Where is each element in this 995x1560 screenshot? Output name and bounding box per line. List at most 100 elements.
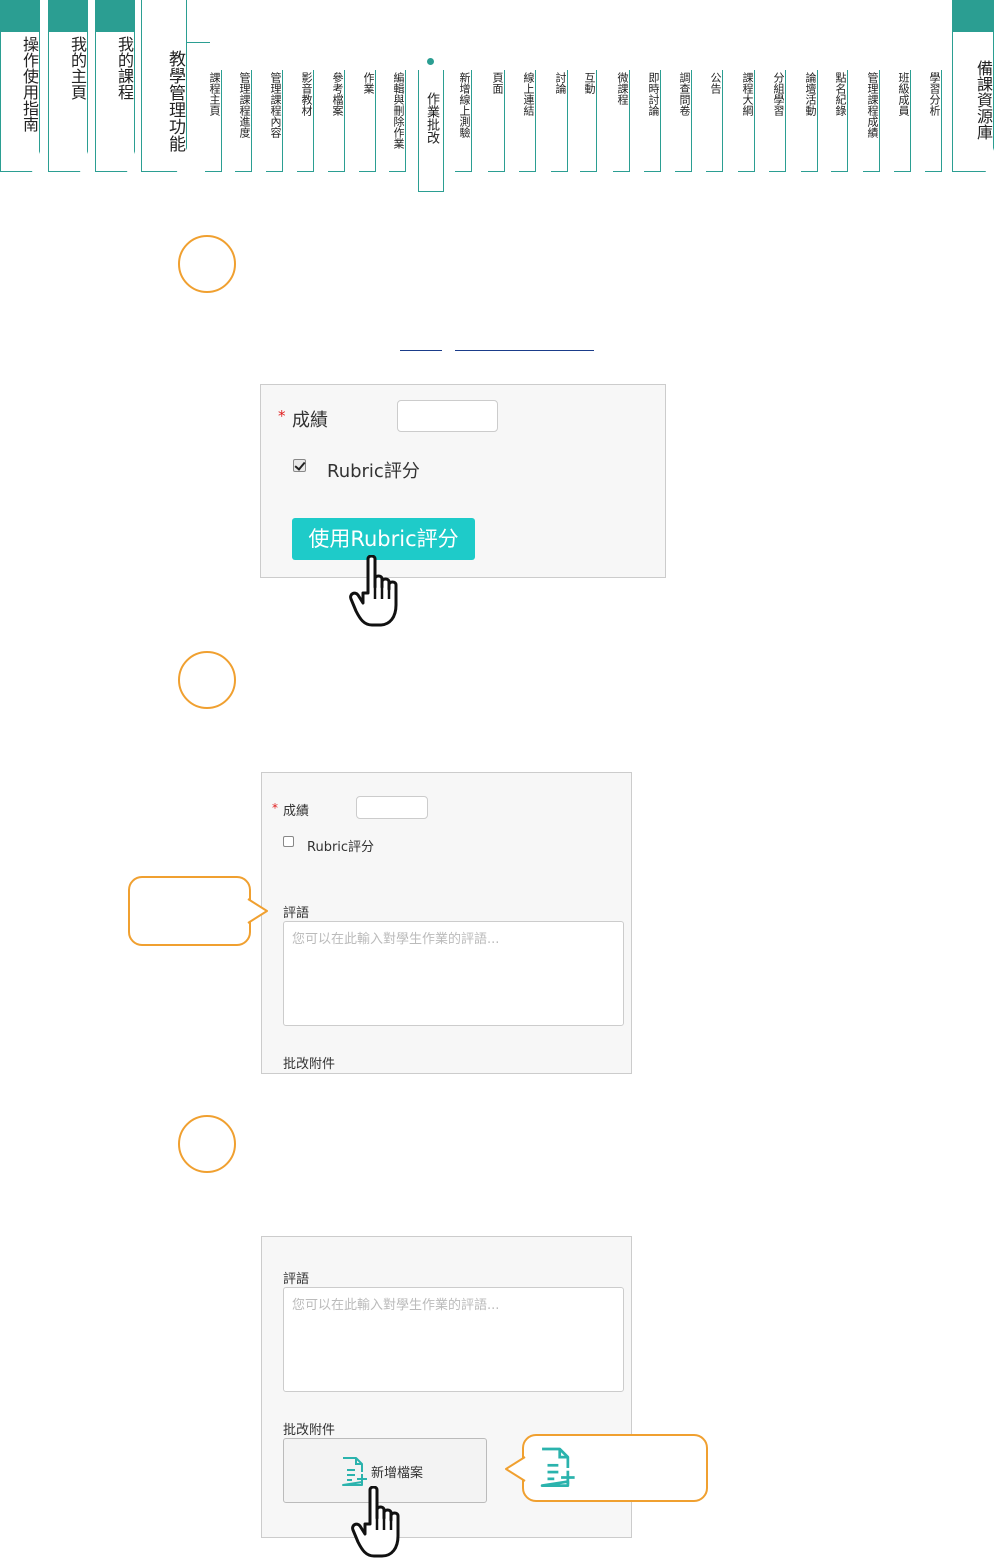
- step-circle-2: [178, 651, 236, 709]
- sub-item-baseline: [488, 171, 505, 172]
- main-tab-my-courses[interactable]: 我的課程: [95, 0, 135, 172]
- sub-item-baseline: [925, 171, 942, 172]
- rubric-checkbox[interactable]: [293, 459, 306, 472]
- sub-nav-item[interactable]: 作業: [357, 72, 379, 94]
- score-label: 成績: [283, 804, 310, 819]
- sub-item-label: 學習分析: [928, 72, 941, 116]
- sub-nav-item[interactable]: 線上連結: [517, 72, 539, 116]
- tab-cap: [0, 0, 40, 32]
- sub-nav-item[interactable]: 課程主頁: [203, 72, 225, 116]
- sub-nav-item[interactable]: 管理課程成績: [861, 72, 883, 138]
- sub-item-label: 管理課程成績: [866, 72, 879, 138]
- sub-nav-item[interactable]: 互動: [578, 72, 600, 94]
- sub-nav-item[interactable]: 即時討論: [642, 72, 664, 116]
- callout-pointer: [247, 898, 268, 924]
- use-rubric-button[interactable]: 使用Rubric評分: [292, 518, 475, 560]
- required-mark: *: [272, 801, 278, 815]
- sub-nav-item[interactable]: 管理課程進度: [233, 72, 255, 138]
- sub-item-label: 新增線上測驗: [458, 72, 471, 138]
- sub-item-label: 即時討論: [647, 72, 660, 116]
- sub-item-label: 調查問卷: [678, 72, 691, 116]
- add-file-icon: [342, 1457, 367, 1486]
- add-file-callout-bubble: [522, 1434, 708, 1502]
- sub-item-baseline: [831, 171, 848, 172]
- sub-nav-item[interactable]: 參考檔案: [326, 72, 348, 116]
- sub-nav-item[interactable]: 論壇活動: [799, 72, 821, 116]
- sub-item-baseline: [644, 171, 661, 172]
- sub-item-label: 作業: [362, 72, 375, 94]
- score-label: 成績: [292, 410, 328, 431]
- main-tab-label: 操作使用指南: [20, 36, 39, 132]
- sub-nav-item[interactable]: 調查問卷: [673, 72, 695, 116]
- comment-textarea[interactable]: 您可以在此輸入對學生作業的評語...: [283, 1287, 624, 1392]
- sub-item-label: 班級成員: [897, 72, 910, 116]
- sub-nav-item[interactable]: 課程大綱: [736, 72, 758, 116]
- sub-item-label: 管理課程進度: [238, 72, 251, 138]
- sub-item-label: 公告: [709, 72, 722, 94]
- group-tab-teaching-management[interactable]: 教學管理功能: [141, 0, 187, 172]
- sub-item-label: 管理課程內容: [269, 72, 282, 138]
- required-mark: *: [278, 407, 286, 425]
- score-input[interactable]: [397, 400, 498, 432]
- tab-cap: [48, 0, 88, 32]
- sub-nav-item[interactable]: 分組學習: [767, 72, 789, 116]
- sub-item-baseline: [328, 171, 345, 172]
- sub-item-label: 課程大綱: [741, 72, 754, 116]
- sub-item-label: 頁面: [491, 72, 504, 94]
- tab-cap: [952, 0, 994, 32]
- sub-nav-item[interactable]: 討論: [549, 72, 571, 94]
- sub-item-baseline: [389, 171, 406, 172]
- sub-nav-item[interactable]: 影音教材: [295, 72, 317, 116]
- sub-nav-item[interactable]: 管理課程內容: [264, 72, 286, 138]
- sub-item-label: 參考檔案: [331, 72, 344, 116]
- sub-item-label: 影音教材: [300, 72, 313, 116]
- comment-callout-bubble: [128, 876, 251, 946]
- sub-item-baseline: [613, 171, 630, 172]
- main-tab-label: 我的課程: [115, 36, 134, 100]
- sub-item-baseline: [205, 171, 222, 172]
- rubric-checkbox[interactable]: [283, 836, 294, 847]
- sub-item-label: 作業批改: [424, 92, 439, 144]
- main-tab-guide[interactable]: 操作使用指南: [0, 0, 40, 172]
- sub-nav-item[interactable]: 微課程: [611, 72, 633, 105]
- sub-item-baseline: [266, 171, 283, 172]
- sub-item-baseline: [801, 171, 818, 172]
- comment-label: 評語: [283, 906, 310, 921]
- right-tab-label: 備課資源庫: [974, 60, 993, 140]
- sub-nav-item[interactable]: 新增線上測驗: [453, 72, 475, 138]
- sub-item-baseline: [297, 171, 314, 172]
- sub-item-baseline: [769, 171, 786, 172]
- callout-pointer: [505, 1456, 526, 1482]
- sub-item-active[interactable]: 作業批改: [420, 92, 442, 144]
- main-tab-homepage[interactable]: 我的主頁: [48, 0, 88, 172]
- sub-nav-item[interactable]: 編輯與刪除作業: [387, 72, 409, 149]
- hand-pointer-icon: [351, 1486, 400, 1558]
- sub-item-baseline: [551, 171, 568, 172]
- score-input[interactable]: [356, 796, 428, 819]
- sub-item-baseline: [894, 171, 911, 172]
- attachment-label: 批改附件: [283, 1423, 336, 1438]
- group-tab-label: 教學管理功能: [165, 50, 185, 152]
- comment-textarea[interactable]: 您可以在此輸入對學生作業的評語...: [283, 921, 624, 1026]
- sub-item-label: 分組學習: [772, 72, 785, 116]
- add-file-label: 新增檔案: [371, 1466, 424, 1481]
- sub-nav-item[interactable]: 頁面: [486, 72, 508, 94]
- sub-item-baseline: [580, 171, 597, 172]
- sub-item-baseline: [235, 171, 252, 172]
- sub-item-label: 微課程: [616, 72, 629, 105]
- sub-item-label: 線上連結: [522, 72, 535, 116]
- sub-item-label: 論壇活動: [804, 72, 817, 116]
- sub-item-label: 互動: [583, 72, 596, 94]
- rubric-checkbox-label: Rubric評分: [307, 840, 375, 855]
- sub-nav-item[interactable]: 點名紀錄: [829, 72, 851, 116]
- sub-item-baseline: [675, 171, 692, 172]
- sub-item-baseline: [863, 171, 880, 172]
- sub-nav-item[interactable]: 學習分析: [923, 72, 945, 116]
- sub-nav-item[interactable]: 公告: [704, 72, 726, 94]
- sub-nav-item[interactable]: 班級成員: [892, 72, 914, 116]
- step-circle-1: [178, 235, 236, 293]
- add-file-icon: [540, 1447, 575, 1487]
- sub-item-label: 討論: [554, 72, 567, 94]
- right-tab-resource-library[interactable]: 備課資源庫: [952, 0, 994, 172]
- comment-label: 評語: [283, 1272, 310, 1287]
